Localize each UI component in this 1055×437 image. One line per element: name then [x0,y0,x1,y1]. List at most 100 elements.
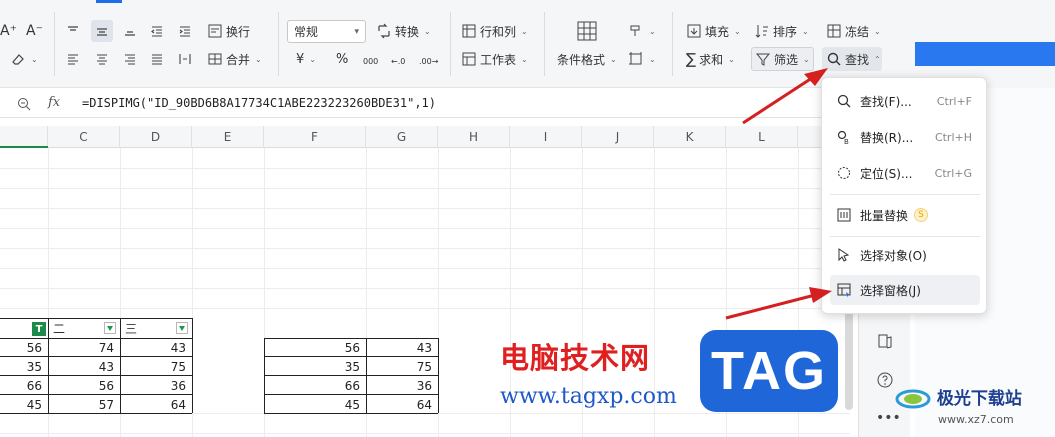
ribbon-separator [544,12,545,76]
table-cell[interactable]: 36 [120,376,192,396]
cond-format-icon-btn[interactable] [576,18,598,44]
ribbon-separator [672,12,673,76]
menu-item-label: 选择窗格(J) [860,283,921,298]
more-icon[interactable]: ••• [876,410,901,428]
watermark-logo-text: 极光下载站 [936,389,1022,409]
table-cell[interactable]: 74 [48,338,120,358]
vertical-scrollbar[interactable] [845,310,853,410]
column-header-i[interactable]: I [510,126,582,148]
table-cell[interactable]: 43 [120,338,192,358]
chevron-down-icon: ▾ [354,26,359,37]
menu-item-replace[interactable]: B 替换(R)... Ctrl+H [830,122,980,152]
filter-dropdown-icon[interactable] [104,322,116,334]
formula-input[interactable]: =DISPIMG("ID_90BD6B8A17734C1ABE223223260… [82,96,436,110]
help-icon[interactable] [876,371,894,389]
table-cell[interactable]: 75 [120,357,192,377]
percent-button[interactable]: % [336,48,348,70]
filter-label: 筛选 [774,52,799,67]
search-icon [836,93,852,109]
menu-item-select-object[interactable]: 选择对象(O) [830,240,980,270]
zoom-icon[interactable] [16,96,32,112]
align-top-icon[interactable] [62,20,84,42]
align-middle-icon[interactable] [91,20,113,42]
format-painter-button[interactable]: ⌄ [628,20,656,42]
menu-item-locate[interactable]: 定位(S)... Ctrl+G [830,158,980,188]
align-center-icon[interactable] [91,48,113,70]
align-bottom-icon[interactable] [119,20,141,42]
watermark-text-cn: 电脑技术网 [500,341,651,375]
table-cell[interactable]: 66 [264,376,366,396]
freeze-button[interactable]: 冻结 ⌄ [826,20,881,42]
filter-dropdown-icon[interactable] [176,322,188,334]
number-format-select[interactable]: 常规 ▾ [287,20,366,43]
table-cell[interactable]: 45 [0,395,48,415]
number-format-value: 常规 [294,25,319,39]
column-header-f[interactable]: F [264,126,366,148]
table-cell[interactable]: 45 [264,395,366,415]
table-cell[interactable]: 57 [48,395,120,415]
table-cell[interactable]: 56 [48,376,120,396]
table-cell[interactable]: 35 [0,357,48,377]
row-col-button[interactable]: 行和列 ⌄ [461,20,528,42]
percent-label: % [336,51,349,67]
table-cell[interactable]: 56 [0,338,48,358]
column-header-l[interactable]: L [726,126,798,148]
column-header-c[interactable]: C [48,126,120,148]
table-cell[interactable]: 64 [366,395,438,415]
worksheet-button[interactable]: 工作表 ⌄ [461,48,528,70]
decrease-indent-icon[interactable] [146,20,168,42]
column-header-d[interactable]: D [120,126,192,148]
menu-separator [830,236,980,237]
table-cell[interactable]: 43 [48,357,120,377]
aurora-logo-icon [895,388,931,410]
fill-button[interactable]: 填充 ⌄ [686,20,741,42]
column-header-h[interactable]: H [438,126,510,148]
font-size-increase-button[interactable]: A⁺ [0,20,17,42]
thousands-separator-icon[interactable]: 000 [363,50,378,72]
table-cell[interactable]: 64 [120,395,192,415]
menu-item-selection-pane[interactable]: 选择窗格(J) [830,275,980,305]
column-header-k[interactable]: K [654,126,726,148]
justify-icon[interactable] [146,48,168,70]
column-header-g[interactable]: G [366,126,438,148]
cond-format-button[interactable]: 条件格式 ⌄ [557,48,617,70]
menu-item-find[interactable]: 查找(F)... Ctrl+F [830,86,980,116]
column-header-e[interactable]: E [192,126,264,148]
increase-decimal-icon[interactable]: ←.0 [391,50,405,72]
book-icon[interactable] [876,332,894,350]
column-header-b[interactable] [0,126,48,148]
sort-label: 排序 [773,24,798,39]
sum-button[interactable]: ∑ 求和 ⌄ [686,48,735,70]
svg-text:B: B [844,138,849,145]
table-cell[interactable]: 43 [366,338,438,358]
table-cell[interactable]: 56 [264,338,366,358]
table-cell[interactable]: 36 [366,376,438,396]
font-size-decrease-button[interactable]: A⁻ [26,20,43,42]
merge-button[interactable]: 合并 ⌄ [207,48,262,70]
align-right-icon[interactable] [119,48,141,70]
selection-pane-icon [836,282,852,298]
filter-icon [755,51,771,67]
select-object-icon [836,247,852,263]
clear-format-button[interactable]: ⌄ [10,48,38,70]
ribbon-separator [278,12,279,76]
currency-button[interactable]: ¥ ⌄ [296,48,316,70]
fx-label[interactable]: fx [48,95,60,110]
filter-button[interactable]: 筛选 ⌄ [751,47,814,71]
decrease-decimal-icon[interactable]: .00→ [419,50,438,72]
border-button[interactable]: ⌄ [628,48,656,70]
menu-item-batch-replace[interactable]: 批量替换 S [830,200,980,230]
align-left-icon[interactable] [62,48,84,70]
sort-button[interactable]: 排序 ⌄ [754,20,809,42]
find-button[interactable]: 查找 ⌃ [826,48,881,70]
distribute-icon[interactable] [174,48,196,70]
increase-indent-icon[interactable] [174,20,196,42]
table-cell[interactable]: 35 [264,357,366,377]
table-cell[interactable]: 75 [366,357,438,377]
ribbon-separator [450,12,451,76]
convert-button[interactable]: 转换 ⌄ [376,20,431,42]
wrap-text-button[interactable]: 换行 [207,20,250,42]
column-header-j[interactable]: J [582,126,654,148]
table-cell[interactable]: 66 [0,376,48,396]
filter-active-icon[interactable]: T [32,322,46,336]
